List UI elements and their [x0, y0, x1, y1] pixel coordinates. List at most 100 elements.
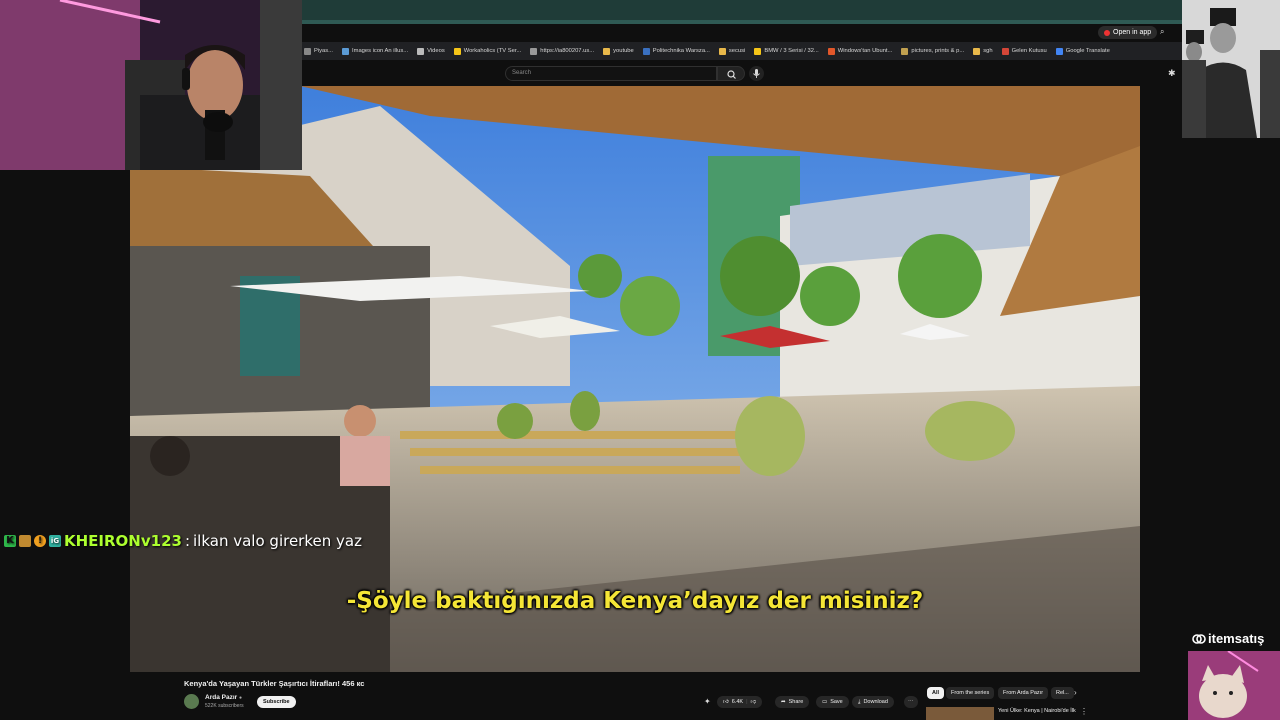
bookmark-label: Images icon An illus... — [352, 48, 409, 54]
chip-related[interactable]: Rel... — [1051, 687, 1074, 699]
bookmark-favicon-icon — [754, 47, 762, 55]
bookmark-item[interactable]: sgh — [973, 47, 993, 55]
bookmark-favicon-icon — [642, 47, 650, 55]
more-icon: ⋯ — [908, 699, 914, 705]
chat-badge-icon — [19, 535, 31, 547]
bookmark-item[interactable]: pictures, prints & p... — [901, 47, 965, 55]
subscribe-button[interactable]: Subscribe — [257, 696, 296, 708]
bookmark-item[interactable]: Gelen Kutusu — [1001, 47, 1047, 55]
bookmark-item[interactable]: secusi — [718, 47, 746, 55]
share-label: Share — [788, 699, 804, 705]
bookmark-favicon-icon — [901, 47, 909, 55]
bookmark-label: sgh — [983, 48, 993, 54]
bookmark-label: Gelen Kutusu — [1011, 48, 1047, 54]
bookmark-label: youtube — [613, 48, 634, 54]
bookmark-favicon-icon — [603, 47, 611, 55]
recommended-title[interactable]: Yeni Ülke: Kenya | Nairobi'de İlk — [998, 708, 1076, 714]
like-divider: | — [746, 699, 748, 705]
subscriber-count: 522K subscribers — [205, 703, 244, 709]
portrait-photo — [1182, 0, 1280, 138]
brand-name: itemsatış — [1208, 631, 1265, 646]
cat-scene — [1188, 651, 1280, 720]
portrait-scene — [1182, 0, 1280, 138]
video-player[interactable] — [130, 86, 1140, 672]
streamer-webcam — [0, 0, 302, 170]
bookmark-label: secusi — [728, 48, 746, 54]
open-in-app-button[interactable]: Open in app — [1098, 26, 1158, 39]
channel-name-text: Arda Pazır — [205, 694, 238, 701]
chat-separator: : — [184, 532, 191, 550]
zoom-icon[interactable]: ⌕ — [1160, 27, 1164, 37]
verified-icon: ● — [238, 695, 242, 701]
video-frame-scene — [130, 86, 1140, 672]
channel-avatar[interactable] — [184, 694, 199, 709]
bookmark-label: Windows'tan Ubunt... — [837, 48, 893, 54]
chip-all[interactable]: All — [927, 687, 945, 699]
bookmark-label: Politechnika Warsza... — [652, 48, 710, 54]
microphone-icon — [753, 69, 760, 78]
save-button[interactable]: ▭ Save — [816, 696, 849, 708]
chat-text: ilkan valo girerken yaz — [193, 532, 362, 550]
bookmark-favicon-icon — [1055, 47, 1063, 55]
like-count: 6.4K — [731, 699, 744, 705]
search-input[interactable]: Search — [505, 66, 717, 81]
sponsor-logo: itemsatış — [1192, 631, 1264, 646]
bookmark-item[interactable]: BMW / 3 Serisi / 32... — [754, 47, 819, 55]
bookmark-favicon-icon — [530, 47, 538, 55]
bookmarks-bar: Piyas... Images icon An illus... Videos Wor… — [302, 42, 1182, 60]
share-button[interactable]: ➦ Share — [775, 696, 810, 708]
bookmark-item[interactable]: youtube — [603, 47, 634, 55]
chat-badge-icon: K — [4, 535, 16, 547]
search-icon — [727, 70, 736, 79]
chevron-right-icon[interactable]: › — [1074, 688, 1077, 697]
bookmark-favicon-icon — [827, 47, 835, 55]
voice-search-button[interactable] — [749, 66, 764, 81]
save-label: Save — [830, 699, 843, 705]
webcam-scene — [0, 0, 302, 170]
video-subtitle: -Şöyle baktığınızda Kenya’dayız der misi… — [346, 588, 924, 614]
bookmark-label: pictures, prints & p... — [911, 48, 965, 54]
extension-icon[interactable]: ✱ — [1168, 68, 1176, 79]
recommended-thumbnail[interactable] — [926, 707, 994, 720]
bookmark-item[interactable]: Windows'tan Ubunt... — [827, 47, 893, 55]
brand-logo-icon — [1192, 633, 1206, 644]
bookmark-label: Google Translate — [1065, 48, 1110, 54]
browser-tab-highlight — [302, 20, 1182, 24]
bookmark-favicon-icon — [1001, 47, 1009, 55]
bookmark-label: Videos — [427, 48, 445, 54]
chat-badge-icon: ! — [34, 535, 46, 547]
pet-webcam — [1188, 651, 1280, 720]
kebab-menu-icon[interactable]: ⋮ — [1080, 707, 1088, 716]
channel-name[interactable]: Arda Pazır ● — [205, 694, 242, 701]
bookmark-item[interactable]: Videos — [417, 47, 445, 55]
search-button[interactable] — [717, 66, 745, 81]
video-title: Kenya'da Yaşayan Türkler Şaşırtıcı İtira… — [184, 679, 365, 688]
more-actions-button[interactable]: ⋯ — [904, 696, 918, 708]
ask-icon[interactable]: ✦ — [704, 697, 711, 706]
bookmark-favicon-icon — [718, 47, 726, 55]
download-button[interactable]: ⤓ Download — [852, 696, 894, 708]
bookmark-item[interactable]: Google Translate — [1055, 47, 1110, 55]
chat-message: K ! iG KHEIRONv123 : ilkan valo girerken… — [4, 532, 362, 550]
thumbs-up-icon: 👍︎ — [723, 699, 729, 705]
save-icon: ▭ — [822, 699, 828, 705]
bookmark-item[interactable]: Images icon An illus... — [342, 47, 409, 55]
bookmark-favicon-icon — [417, 47, 425, 55]
bookmark-favicon-icon — [973, 47, 981, 55]
share-icon: ➦ — [781, 699, 786, 705]
bookmark-favicon-icon — [453, 47, 461, 55]
bookmark-favicon-icon — [342, 47, 350, 55]
chip-from-channel[interactable]: From Arda Pazır — [998, 687, 1049, 699]
chip-from-series[interactable]: From the series — [946, 687, 995, 699]
like-button[interactable]: 👍︎ 6.4K | 👎︎ — [717, 696, 763, 708]
download-label: Download — [863, 699, 888, 705]
bookmark-label: https://ia800207.us... — [540, 48, 595, 54]
thumbs-down-icon: 👎︎ — [750, 699, 757, 705]
bookmark-label: Piyas... — [314, 48, 334, 54]
bookmark-item[interactable]: Workaholics (TV Ser... — [453, 47, 522, 55]
bookmark-label: Workaholics (TV Ser... — [463, 48, 522, 54]
app-icon — [1104, 29, 1110, 36]
bookmark-item[interactable]: Politechnika Warsza... — [642, 47, 710, 55]
bookmark-item[interactable]: Piyas... — [304, 47, 334, 55]
bookmark-item[interactable]: https://ia800207.us... — [530, 47, 595, 55]
